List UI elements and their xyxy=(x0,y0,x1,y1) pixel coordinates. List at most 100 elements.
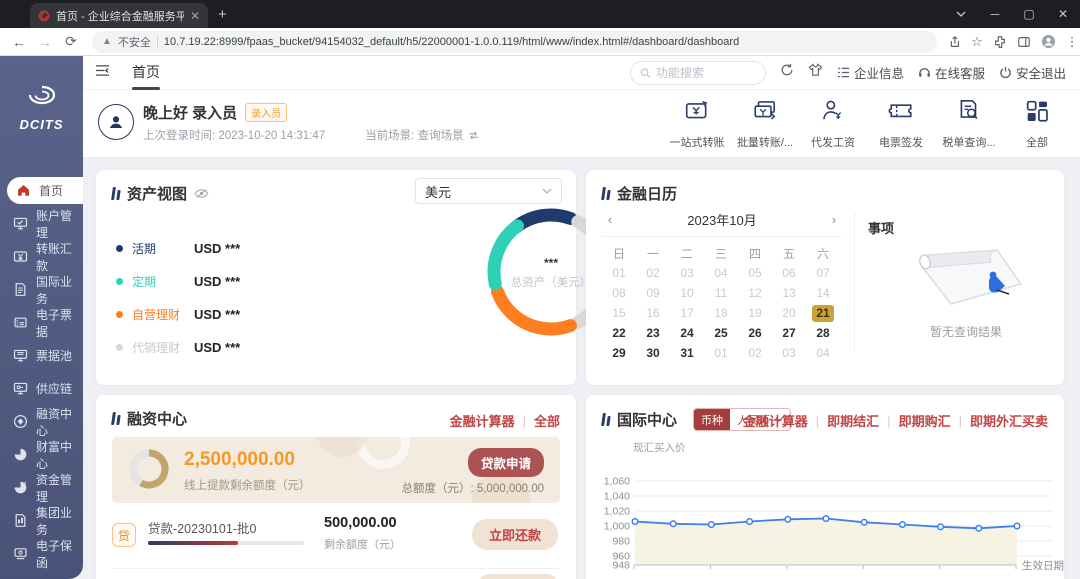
calendar-day[interactable]: 04 xyxy=(812,345,834,362)
collapse-menu-icon[interactable] xyxy=(95,64,110,82)
profile-avatar-icon[interactable] xyxy=(1041,34,1056,49)
calendar-day[interactable]: 03 xyxy=(778,345,800,362)
calendar-day[interactable]: 01 xyxy=(710,345,732,362)
quick-action-tax-query[interactable]: 税单查询... xyxy=(940,98,998,150)
finance-all-link[interactable]: 全部 xyxy=(534,411,560,430)
quick-action-eticket[interactable]: 电票签发 xyxy=(872,98,930,150)
calendar-day[interactable]: 02 xyxy=(642,265,664,282)
function-search[interactable] xyxy=(630,61,766,85)
sidebar-item-supplychain[interactable]: 供应链 xyxy=(0,372,83,405)
calendar-day[interactable]: 23 xyxy=(642,325,664,342)
calendar-day[interactable]: 03 xyxy=(676,265,698,282)
calendar-next-icon[interactable]: › xyxy=(826,212,842,227)
repay-now-button[interactable]: 立即还款 xyxy=(472,519,558,550)
calendar-day[interactable]: 26 xyxy=(744,325,766,342)
enterprise-info-link[interactable]: 企业信息 xyxy=(837,63,904,82)
calendar-prev-icon[interactable]: ‹ xyxy=(602,212,618,227)
share-icon[interactable] xyxy=(947,35,961,49)
browser-tab[interactable]: 首页 - 企业综合金融服务平台 ✕ xyxy=(30,3,208,28)
finance-calculator-link[interactable]: 金融计算器 xyxy=(450,411,515,430)
browser-menu-icon[interactable]: ⋮ xyxy=(1066,34,1079,50)
calendar-day[interactable]: 19 xyxy=(744,305,766,322)
asset-legend-row[interactable]: 自营理财USD *** xyxy=(116,298,240,331)
window-maximize-button[interactable]: ▢ xyxy=(1012,0,1046,28)
refresh-icon[interactable] xyxy=(780,63,794,82)
calendar-day[interactable]: 20 xyxy=(778,305,800,322)
safe-logout-link[interactable]: 安全退出 xyxy=(999,63,1066,82)
calendar-day[interactable]: 09 xyxy=(642,285,664,302)
calendar-day[interactable]: 06 xyxy=(778,265,800,282)
repay-now-button-clipped[interactable] xyxy=(478,574,558,579)
calendar-day[interactable]: 31 xyxy=(676,345,698,362)
sidebar-item-account[interactable]: 账户管理 xyxy=(0,207,83,240)
window-close-button[interactable]: ✕ xyxy=(1046,0,1080,28)
quick-action-all-apps[interactable]: 全部 xyxy=(1008,98,1066,150)
bookmark-star-icon[interactable]: ☆ xyxy=(971,34,983,50)
sidebar-item-wealth[interactable]: 财富中心 xyxy=(0,438,83,471)
calendar-day[interactable]: 29 xyxy=(608,345,630,362)
search-input[interactable] xyxy=(656,66,756,80)
calendar-day[interactable]: 15 xyxy=(608,305,630,322)
loan-apply-button[interactable]: 贷款申请 xyxy=(468,448,544,477)
calendar-day[interactable]: 27 xyxy=(778,325,800,342)
tab-home[interactable]: 首页 xyxy=(132,56,160,90)
calendar-day[interactable]: 22 xyxy=(608,325,630,342)
funds-icon xyxy=(13,480,28,495)
calendar-day[interactable]: 13 xyxy=(778,285,800,302)
calendar-day[interactable]: 04 xyxy=(710,265,732,282)
calendar-day[interactable]: 02 xyxy=(744,345,766,362)
asset-legend-row[interactable]: 活期USD *** xyxy=(116,232,240,265)
intl-link-1[interactable]: 即期结汇 xyxy=(827,411,879,430)
calendar-day[interactable]: 12 xyxy=(744,285,766,302)
sidebar-item-financing[interactable]: 融资中心 xyxy=(0,405,83,438)
side-panel-icon[interactable] xyxy=(1017,35,1031,49)
calendar-day[interactable]: 28 xyxy=(812,325,834,342)
asset-legend-row[interactable]: 代销理财USD *** xyxy=(116,331,240,364)
forward-icon[interactable]: → xyxy=(32,34,58,50)
intl-link-2[interactable]: 即期购汇 xyxy=(899,411,951,430)
sidebar-item-billpool[interactable]: 票据池 xyxy=(0,339,83,372)
new-tab-button[interactable]: + xyxy=(218,6,227,24)
tab-close-icon[interactable]: ✕ xyxy=(190,9,200,23)
loan-progress-bar xyxy=(148,541,304,545)
calendar-day[interactable]: 05 xyxy=(744,265,766,282)
calendar-day[interactable]: 01 xyxy=(608,265,630,282)
window-menu-icon[interactable] xyxy=(944,0,978,28)
calendar-day[interactable]: 21 xyxy=(812,305,834,322)
sidebar-item-ebill[interactable]: 电子票据 xyxy=(0,306,83,339)
sidebar-item-guarantee[interactable]: 电子保函 xyxy=(0,537,83,570)
calendar-day[interactable]: 18 xyxy=(710,305,732,322)
online-service-link[interactable]: 在线客服 xyxy=(918,63,985,82)
calendar-day[interactable]: 10 xyxy=(676,285,698,302)
back-icon[interactable]: ← xyxy=(6,34,32,50)
sidebar-item-group[interactable]: 集团业务 xyxy=(0,504,83,537)
quick-action-batch-transfer[interactable]: 批量转账/... xyxy=(736,98,794,150)
currency-dropdown[interactable]: 美元 xyxy=(415,178,562,204)
calendar-day[interactable]: 17 xyxy=(676,305,698,322)
asset-legend-row[interactable]: 定期USD *** xyxy=(116,265,240,298)
intl-link-3[interactable]: 即期外汇买卖 xyxy=(970,411,1048,430)
theme-skin-icon[interactable] xyxy=(808,63,823,82)
switch-scene-icon[interactable] xyxy=(468,131,479,140)
sidebar-item-international[interactable]: 国际业务 xyxy=(0,273,83,306)
calendar-day[interactable]: 16 xyxy=(642,305,664,322)
sidebar-item-transfer[interactable]: 转账汇款 xyxy=(0,240,83,273)
sidebar-item-home[interactable]: 首页 xyxy=(7,177,83,204)
calendar-day[interactable]: 25 xyxy=(710,325,732,342)
intl-link-0[interactable]: 金融计算器 xyxy=(743,411,808,430)
quick-action-onestop-transfer[interactable]: 一站式转账 xyxy=(668,98,726,150)
extensions-icon[interactable] xyxy=(993,35,1007,49)
calendar-day[interactable]: 07 xyxy=(812,265,834,282)
quick-action-payroll[interactable]: 代发工资 xyxy=(804,98,862,150)
sidebar-item-funds[interactable]: 资金管理 xyxy=(0,471,83,504)
calendar-day[interactable]: 08 xyxy=(608,285,630,302)
calendar-day[interactable]: 30 xyxy=(642,345,664,362)
calendar-day[interactable]: 11 xyxy=(710,285,732,302)
calendar-day[interactable]: 14 xyxy=(812,285,834,302)
warning-icon: ▲ xyxy=(102,36,112,47)
calendar-day[interactable]: 24 xyxy=(676,325,698,342)
window-minimize-button[interactable]: ─ xyxy=(978,0,1012,28)
url-bar[interactable]: ▲ 不安全 10.7.19.22:8999/fpaas_bucket/94154… xyxy=(92,31,937,53)
reload-icon[interactable]: ⟳ xyxy=(58,33,84,50)
eye-off-icon[interactable] xyxy=(194,188,209,199)
